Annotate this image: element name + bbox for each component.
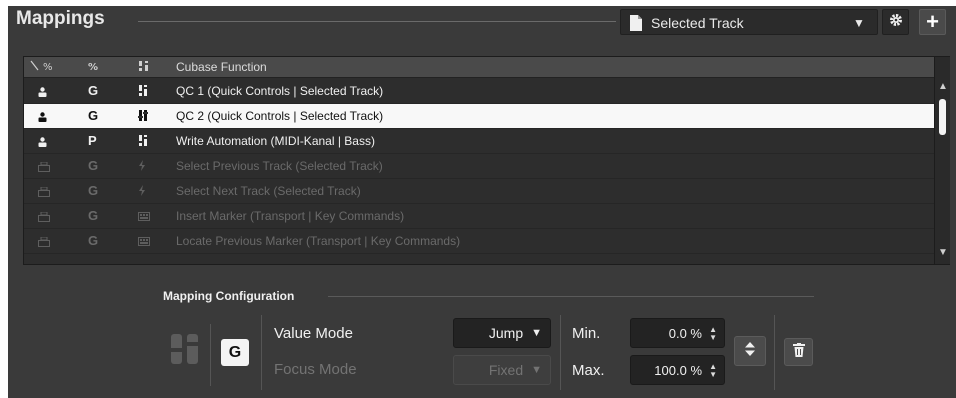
focus-mode-label: Focus Mode bbox=[274, 361, 357, 378]
midi-port-icon bbox=[38, 236, 50, 250]
column-header-filter-icon[interactable]: % bbox=[30, 60, 56, 75]
value-mode-label: Value Mode bbox=[274, 325, 353, 342]
function-name: QC 2 (Quick Controls | Selected Track) bbox=[176, 109, 384, 123]
chevron-down-icon: ▼ bbox=[531, 364, 542, 376]
up-down-icon bbox=[744, 341, 756, 361]
source-dropdown[interactable]: Selected Track ▼ bbox=[620, 9, 878, 35]
table-scrollbar[interactable]: ▲ ▼ bbox=[934, 57, 950, 264]
mode-indicator: G bbox=[88, 208, 99, 223]
max-label: Max. bbox=[572, 362, 605, 379]
chevron-down-icon: ▼ bbox=[531, 327, 542, 339]
settings-button[interactable] bbox=[882, 9, 909, 35]
person-icon bbox=[38, 136, 47, 150]
add-mapping-button[interactable]: + bbox=[919, 9, 946, 35]
trash-icon bbox=[792, 342, 805, 362]
min-label: Min. bbox=[572, 325, 601, 342]
table-row[interactable]: P Write Automation (MIDI-Kanal | Bass) bbox=[24, 129, 934, 154]
min-value: 0.0 % bbox=[668, 325, 702, 341]
bolt-icon bbox=[138, 160, 146, 174]
scroll-down-icon[interactable]: ▼ bbox=[938, 247, 948, 258]
mode-indicator: G bbox=[88, 158, 99, 173]
quick-control-icon bbox=[138, 135, 148, 149]
config-divider bbox=[328, 296, 814, 297]
config-separator bbox=[774, 315, 775, 390]
quick-control-icon bbox=[138, 110, 148, 124]
svg-text:%: % bbox=[88, 62, 98, 72]
table-header: % % Cubase Function bbox=[24, 57, 934, 78]
midi-port-icon bbox=[38, 211, 50, 225]
max-value: 100.0 % bbox=[654, 362, 702, 378]
quick-control-icon bbox=[168, 332, 202, 371]
title-divider bbox=[138, 21, 616, 22]
delete-mapping-button[interactable] bbox=[784, 338, 813, 366]
min-value-field[interactable]: 0.0 % ▲ ▼ bbox=[630, 318, 725, 348]
table-row[interactable]: G Select Previous Track (Selected Track) bbox=[24, 154, 934, 179]
source-dropdown-value: Selected Track bbox=[651, 15, 744, 31]
swap-min-max-button[interactable] bbox=[734, 336, 766, 366]
table-row[interactable]: G Insert Marker (Transport | Key Commands… bbox=[24, 204, 934, 229]
focus-mode-dropdown[interactable]: Fixed ▼ bbox=[453, 355, 551, 385]
midi-port-icon bbox=[38, 186, 50, 200]
config-separator bbox=[210, 324, 211, 386]
mode-indicator: G bbox=[88, 183, 99, 198]
svg-text:%: % bbox=[43, 62, 53, 72]
keyboard-icon bbox=[138, 235, 150, 249]
bolt-icon bbox=[138, 185, 146, 199]
function-name: Insert Marker (Transport | Key Commands) bbox=[176, 209, 405, 223]
mappings-table: % % Cubase Function G QC 1 (Quick Control… bbox=[23, 56, 950, 265]
scroll-thumb[interactable] bbox=[939, 99, 946, 135]
table-row[interactable]: G Select Next Track (Selected Track) bbox=[24, 179, 934, 204]
stepper-icon[interactable]: ▲ ▼ bbox=[709, 363, 717, 379]
mode-indicator: G bbox=[88, 233, 99, 248]
value-mode-value: Jump bbox=[488, 325, 524, 341]
value-mode-dropdown[interactable]: Jump ▼ bbox=[453, 318, 551, 348]
table-row[interactable]: G QC 1 (Quick Controls | Selected Track) bbox=[24, 79, 934, 104]
panel-title: Mappings bbox=[16, 8, 105, 29]
plus-icon: + bbox=[926, 9, 939, 34]
table-row[interactable]: G Locate Previous Marker (Transport | Key… bbox=[24, 229, 934, 254]
table-row[interactable]: G QC 2 (Quick Controls | Selected Track) bbox=[24, 104, 934, 129]
column-header-mode-icon[interactable]: % bbox=[88, 60, 102, 75]
keyboard-icon bbox=[138, 210, 150, 224]
document-icon bbox=[629, 15, 643, 36]
midi-port-icon bbox=[38, 161, 50, 175]
gear-icon bbox=[889, 13, 903, 32]
mode-indicator: G bbox=[88, 83, 99, 98]
column-header-type-icon[interactable] bbox=[138, 60, 150, 75]
mode-indicator: G bbox=[88, 108, 99, 123]
person-icon bbox=[38, 111, 47, 125]
mode-indicator: P bbox=[88, 133, 97, 148]
max-value-field[interactable]: 100.0 % ▲ ▼ bbox=[630, 355, 725, 385]
stepper-icon[interactable]: ▲ ▼ bbox=[709, 326, 717, 342]
chevron-down-icon: ▼ bbox=[853, 16, 865, 30]
function-name: QC 1 (Quick Controls | Selected Track) bbox=[176, 84, 384, 98]
function-name: Locate Previous Marker (Transport | Key … bbox=[176, 234, 461, 248]
function-name: Select Previous Track (Selected Track) bbox=[176, 159, 383, 173]
scroll-up-icon[interactable]: ▲ bbox=[938, 81, 948, 92]
quick-control-icon bbox=[138, 85, 148, 99]
config-separator bbox=[261, 315, 262, 390]
column-header-function[interactable]: Cubase Function bbox=[176, 60, 267, 74]
config-separator bbox=[560, 315, 561, 390]
config-title: Mapping Configuration bbox=[163, 289, 295, 303]
person-icon bbox=[38, 86, 47, 100]
function-name: Write Automation (MIDI-Kanal | Bass) bbox=[176, 134, 375, 148]
mode-button[interactable]: G bbox=[221, 339, 249, 366]
focus-mode-value: Fixed bbox=[488, 362, 524, 378]
function-name: Select Next Track (Selected Track) bbox=[176, 184, 361, 198]
